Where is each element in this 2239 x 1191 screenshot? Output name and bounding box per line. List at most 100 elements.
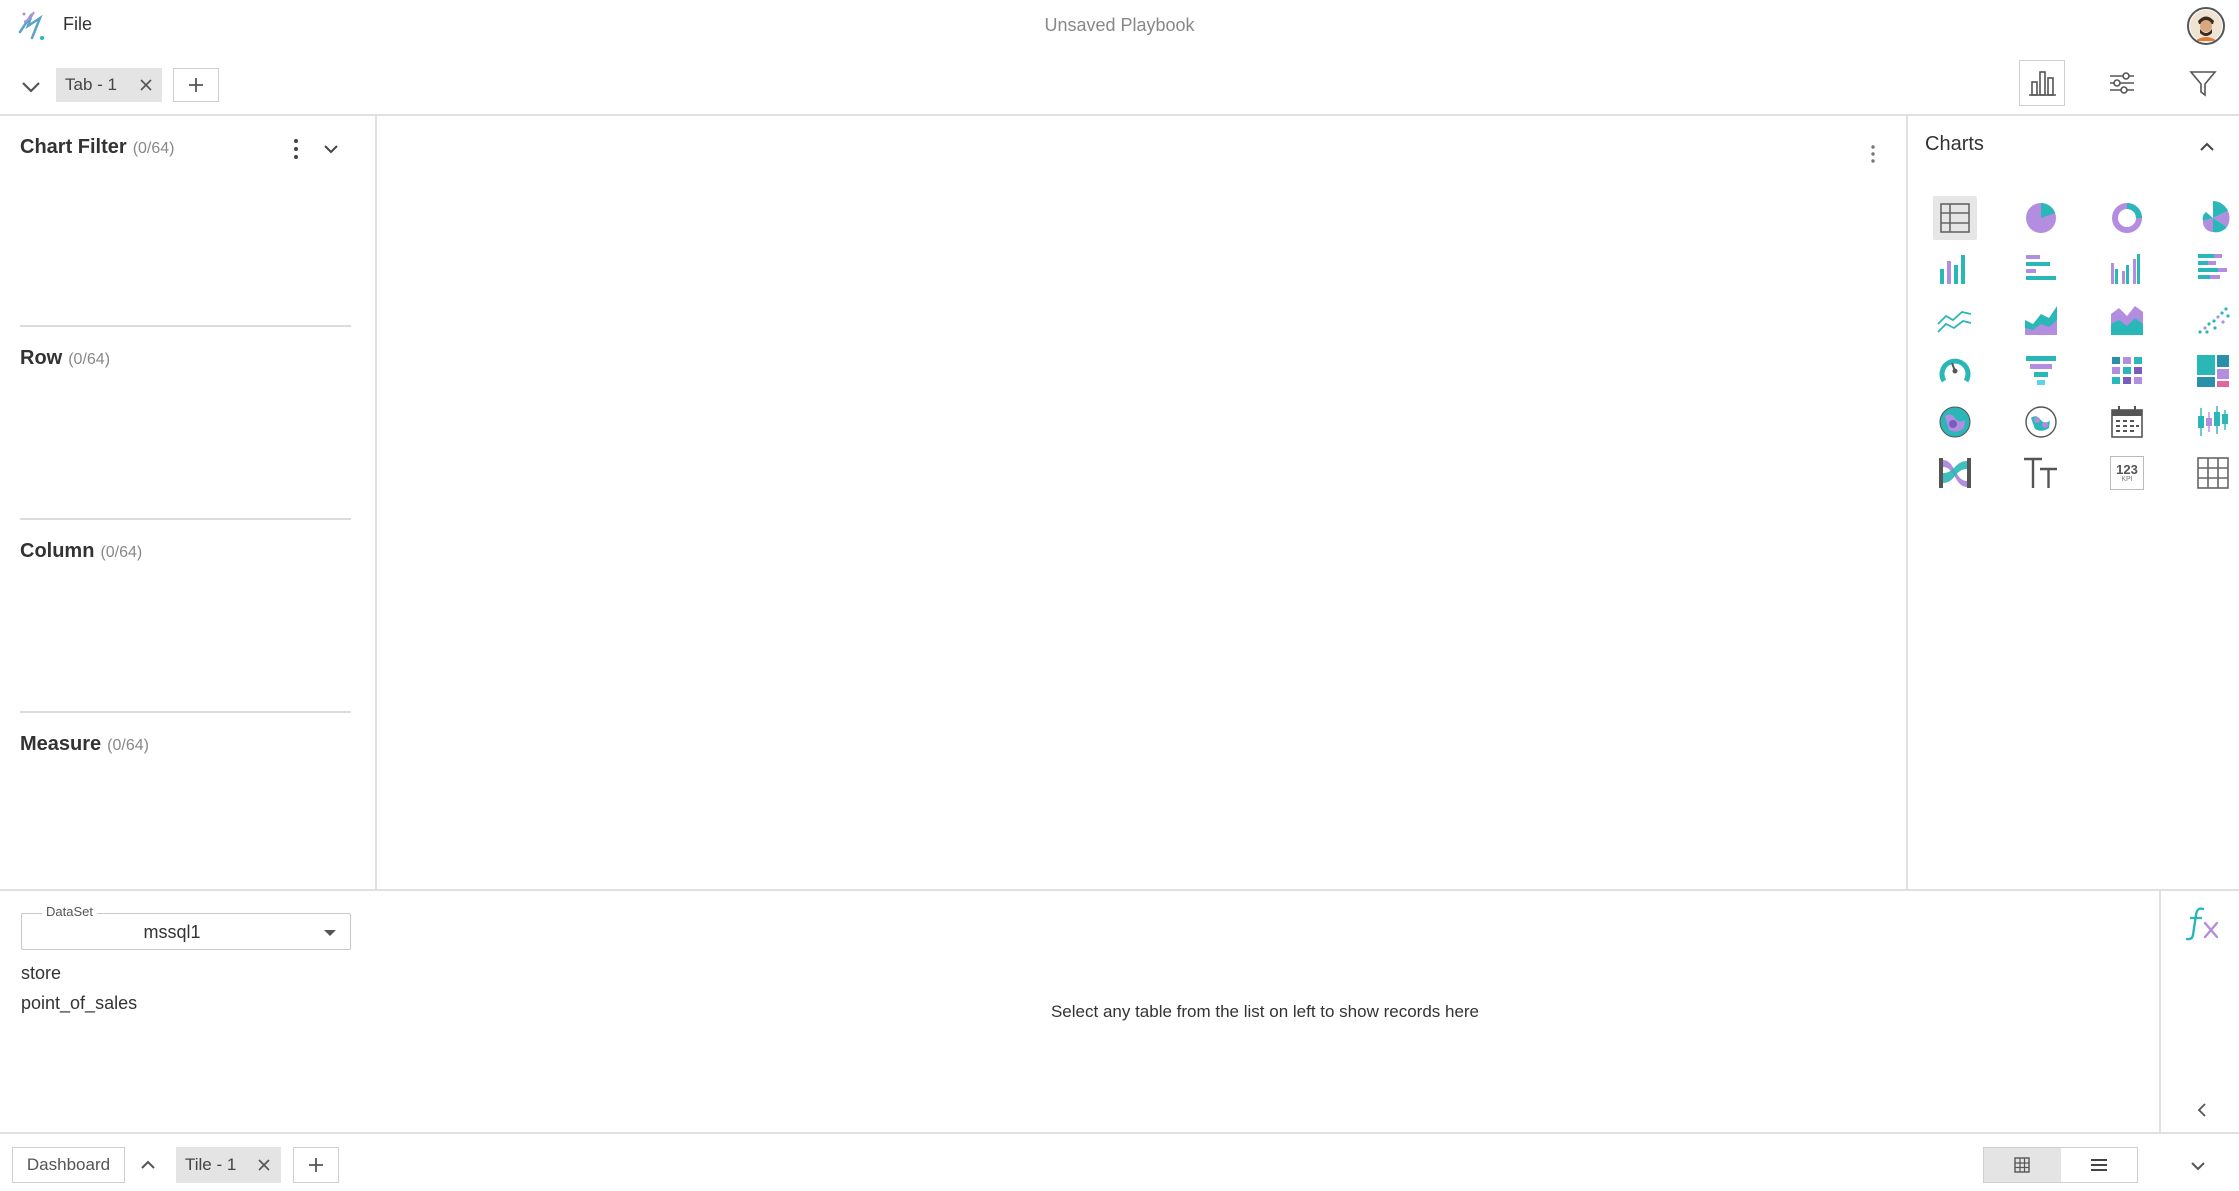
sliders-icon [2110, 72, 2134, 94]
page-title: Unsaved Playbook [1044, 15, 1195, 35]
chart-type-radial[interactable] [2191, 196, 2235, 240]
column-chart-icon [1940, 255, 1965, 284]
plus-icon [309, 1158, 323, 1172]
chevron-down-icon[interactable] [320, 138, 342, 160]
chart-type-stacked-area[interactable] [2105, 298, 2149, 342]
empty-records-message: Select any table from the list on left t… [1050, 1002, 1480, 1021]
more-vertical-icon[interactable] [1865, 141, 1881, 167]
app-logo-icon[interactable] [14, 8, 50, 44]
chart-type-pie[interactable] [2019, 196, 2063, 240]
close-icon[interactable] [138, 77, 154, 93]
dataset-label: DataSet [42, 904, 97, 919]
more-vertical-icon[interactable] [286, 136, 306, 162]
map-globe-icon [2025, 406, 2057, 438]
measure-section[interactable]: Measure (0/64) [20, 733, 351, 756]
chart-type-column[interactable] [1933, 247, 1977, 291]
properties-button[interactable] [2099, 60, 2145, 106]
row-section[interactable]: Row (0/64) [20, 347, 351, 370]
close-icon[interactable] [256, 1157, 272, 1173]
divider [20, 711, 351, 713]
chart-type-text[interactable] [2019, 451, 2063, 495]
formula-rail [2159, 891, 2239, 1132]
filter-pane: Chart Filter (0/64) Row (0/64) Column (0/64… [0, 116, 377, 891]
heatmap-icon [2112, 357, 2142, 384]
filter-icon [2189, 71, 2217, 97]
chart-type-calendar[interactable] [2105, 400, 2149, 444]
divider [20, 518, 351, 520]
sankey-icon [1939, 458, 1971, 488]
candlestick-icon [2198, 406, 2228, 436]
chevron-left-icon[interactable] [2191, 1099, 2213, 1121]
section-count: (0/64) [68, 351, 111, 368]
stacked-bar-icon [2198, 254, 2227, 279]
chart-type-bar[interactable] [2019, 247, 2063, 291]
chart-type-sankey[interactable] [1933, 451, 1977, 495]
calendar-icon [2111, 406, 2143, 438]
scatter-chart-icon [2198, 307, 2230, 334]
section-title: Chart Filter [20, 136, 127, 158]
chevron-up-icon[interactable] [136, 1153, 160, 1177]
gauge-icon [1939, 358, 1971, 383]
chart-type-candlestick[interactable] [2191, 400, 2235, 444]
chart-type-treemap[interactable] [2191, 349, 2235, 393]
section-count: (0/64) [100, 544, 143, 561]
table-list-item[interactable]: store [21, 963, 61, 984]
chart-type-area[interactable] [2019, 298, 2063, 342]
charts-title: Charts [1925, 133, 1984, 155]
kpi-caption: KPI [2121, 475, 2133, 483]
chart-type-line[interactable] [1933, 298, 1977, 342]
caret-down-icon [324, 930, 336, 936]
divider [20, 325, 351, 327]
chart-type-funnel[interactable] [2019, 349, 2063, 393]
treemap-icon [2197, 355, 2229, 387]
stacked-area-icon [2111, 306, 2143, 335]
chart-type-gauge[interactable] [1933, 349, 1977, 393]
section-count: (0/64) [107, 737, 149, 754]
view-toggle [1983, 1147, 2138, 1183]
line-chart-icon [1937, 311, 1972, 333]
chart-type-map-bubble[interactable] [1933, 400, 1977, 444]
chart-panel-button[interactable] [2019, 60, 2065, 106]
filter-button[interactable] [2180, 60, 2226, 106]
table-icon [1940, 203, 1970, 233]
user-avatar[interactable] [2187, 7, 2225, 45]
footer-bar: Dashboard Tile - 1 [0, 1134, 2239, 1191]
plus-icon [189, 78, 203, 92]
area-chart-icon [2025, 306, 2057, 335]
section-title: Measure [20, 733, 102, 755]
tab-1[interactable]: Tab - 1 [56, 68, 162, 102]
charts-pane: Charts 123 KPI [1906, 116, 2239, 891]
chart-type-map-globe[interactable] [2019, 400, 2063, 444]
chart-type-kpi[interactable]: 123 KPI [2105, 451, 2149, 495]
chart-type-grouped-column[interactable] [2105, 247, 2149, 291]
avatar-icon [2190, 10, 2222, 42]
dashboard-button[interactable]: Dashboard [12, 1147, 125, 1183]
chevron-down-icon[interactable] [2186, 1154, 2210, 1178]
data-pane: DataSet mssql1 store point_of_sales Sele… [0, 889, 2239, 1134]
chart-canvas[interactable] [377, 116, 1907, 891]
grid-view-button[interactable] [1984, 1148, 2061, 1182]
dataset-select[interactable]: DataSet mssql1 [21, 904, 351, 950]
add-tab-button[interactable] [173, 68, 219, 102]
chart-type-pivot-grid[interactable] [2191, 451, 2235, 495]
grid-icon [2014, 1157, 2030, 1173]
bar-chart-horizontal-icon [2026, 255, 2056, 280]
chart-type-stacked-bar[interactable] [2191, 247, 2235, 291]
section-count: (0/64) [132, 140, 175, 157]
chart-type-table[interactable] [1933, 196, 1977, 240]
tile-tab-1[interactable]: Tile - 1 [176, 1147, 281, 1183]
chart-type-heatmap[interactable] [2105, 349, 2149, 393]
fx-formula-icon[interactable] [2183, 903, 2223, 943]
chart-type-scatter[interactable] [2191, 298, 2235, 342]
dataset-value: mssql1 [143, 922, 201, 942]
chevron-up-icon[interactable] [2194, 134, 2220, 160]
file-menu[interactable]: File [63, 14, 92, 35]
kpi-icon: 123 KPI [2110, 456, 2144, 490]
column-section[interactable]: Column (0/64) [20, 540, 351, 563]
chart-type-donut[interactable] [2105, 196, 2149, 240]
chevron-down-icon[interactable] [18, 74, 44, 100]
list-view-button[interactable] [2061, 1148, 2138, 1182]
donut-chart-icon [2112, 203, 2142, 233]
add-tile-button[interactable] [293, 1147, 339, 1183]
text-icon [2024, 457, 2057, 488]
